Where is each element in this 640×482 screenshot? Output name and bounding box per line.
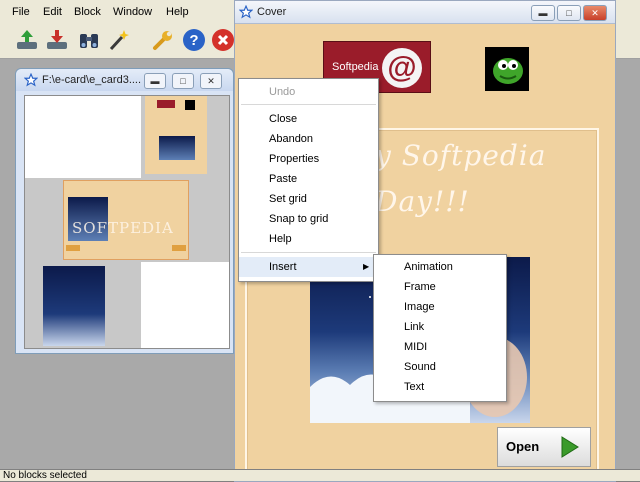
menu-separator [241, 104, 376, 105]
menu-item-set-grid[interactable]: Set grid [239, 189, 378, 209]
thumbnail-row: SOFTPEDIA [25, 178, 229, 262]
cover-window-title: Cover [257, 6, 287, 18]
submenu-item-text[interactable]: Text [374, 377, 506, 397]
close-button[interactable]: ✕ [200, 73, 222, 89]
status-bar: No blocks selected [0, 469, 640, 481]
exit-button[interactable] [210, 27, 236, 53]
thumbnail-cell[interactable] [25, 262, 141, 348]
binoculars-icon [80, 34, 98, 48]
menu-item-properties[interactable]: Properties [239, 149, 378, 169]
menu-item-undo[interactable]: Undo [239, 82, 378, 102]
watermark-text: SOFTPEDIA [72, 219, 174, 237]
close-x-icon: ✕ [591, 8, 599, 18]
at-icon: @ [382, 48, 422, 88]
minimize-button[interactable]: ▬ [531, 5, 555, 21]
close-icon [212, 29, 234, 51]
minimize-icon: ▬ [538, 8, 548, 18]
menu-item-paste[interactable]: Paste [239, 169, 378, 189]
find-button[interactable] [76, 27, 102, 53]
thumbnail-card-preview [145, 96, 207, 174]
submenu-item-link[interactable]: Link [374, 317, 506, 337]
context-menu: Undo Close Abandon Properties Paste Set … [238, 78, 379, 282]
greeting-line-2: Day!!! [375, 185, 470, 218]
submenu-item-frame[interactable]: Frame [374, 277, 506, 297]
magic-wand-icon [109, 30, 129, 51]
alien-face-icon [493, 58, 523, 84]
minimize-icon: ▬ [150, 76, 160, 86]
maximize-icon: □ [180, 76, 186, 86]
settings-button[interactable] [150, 27, 176, 53]
menu-item-snap-to-grid[interactable]: Snap to grid [239, 209, 378, 229]
file-window-title: F:\e-card\e_card3.... [42, 74, 142, 86]
logo-text: Softpedia [332, 61, 379, 73]
menu-file[interactable]: File [12, 6, 30, 18]
star-icon [24, 73, 38, 87]
menu-help[interactable]: Help [166, 6, 189, 18]
export-icon [47, 30, 67, 49]
menu-separator [241, 252, 376, 253]
menu-item-close[interactable]: Close [239, 109, 378, 129]
thumbnail-card-preview[interactable]: SOFTPEDIA [63, 180, 189, 260]
maximize-button[interactable]: □ [557, 5, 581, 21]
menu-window[interactable]: Window [113, 6, 152, 18]
menu-block[interactable]: Block [74, 6, 101, 18]
import-icon [17, 30, 37, 49]
close-x-icon: ✕ [207, 76, 215, 86]
help-button[interactable]: ? [181, 27, 207, 53]
close-button[interactable]: ✕ [583, 5, 607, 21]
submenu-item-animation[interactable]: Animation [374, 257, 506, 277]
export-button[interactable] [44, 27, 70, 53]
menu-item-insert[interactable]: Insert ▶ [239, 257, 378, 277]
submenu-item-midi[interactable]: MIDI [374, 337, 506, 357]
insert-submenu: Animation Frame Image Link MIDI Sound Te… [373, 254, 507, 402]
thumbnail-grid: SOFTPEDIA [24, 95, 230, 349]
menu-item-abandon[interactable]: Abandon [239, 129, 378, 149]
cover-window-titlebar[interactable]: Cover ▬ □ ✕ [235, 1, 615, 24]
thumbnail-cell[interactable] [141, 96, 229, 178]
play-arrow-icon [561, 436, 579, 458]
wrench-icon [153, 31, 172, 50]
open-button-label: Open [506, 439, 540, 454]
help-icon: ? [183, 29, 205, 51]
thumbnail-row [25, 262, 229, 348]
star-icon [239, 5, 253, 19]
thumbnail-row [25, 96, 229, 178]
submenu-arrow-icon: ▶ [363, 262, 370, 271]
status-text: No blocks selected [3, 470, 87, 481]
file-window-titlebar[interactable]: F:\e-card\e_card3.... ▬ □ ✕ [16, 69, 233, 91]
submenu-item-sound[interactable]: Sound [374, 357, 506, 377]
svg-text:?: ? [189, 32, 198, 49]
greeting-line-1: y Softpedia [375, 139, 547, 172]
import-button[interactable] [14, 27, 40, 53]
maximize-button[interactable]: □ [172, 73, 194, 89]
open-button[interactable]: Open [497, 427, 591, 467]
thumbnail-image-preview [43, 266, 105, 346]
maximize-icon: □ [566, 8, 572, 18]
submenu-item-image[interactable]: Image [374, 297, 506, 317]
alien-icon[interactable] [485, 47, 529, 91]
minimize-button[interactable]: ▬ [144, 73, 166, 89]
wizard-button[interactable] [106, 27, 132, 53]
menu-item-help[interactable]: Help [239, 229, 378, 249]
file-window[interactable]: F:\e-card\e_card3.... ▬ □ ✕ SOFTPEDIA [15, 68, 234, 354]
menu-edit[interactable]: Edit [43, 6, 62, 18]
